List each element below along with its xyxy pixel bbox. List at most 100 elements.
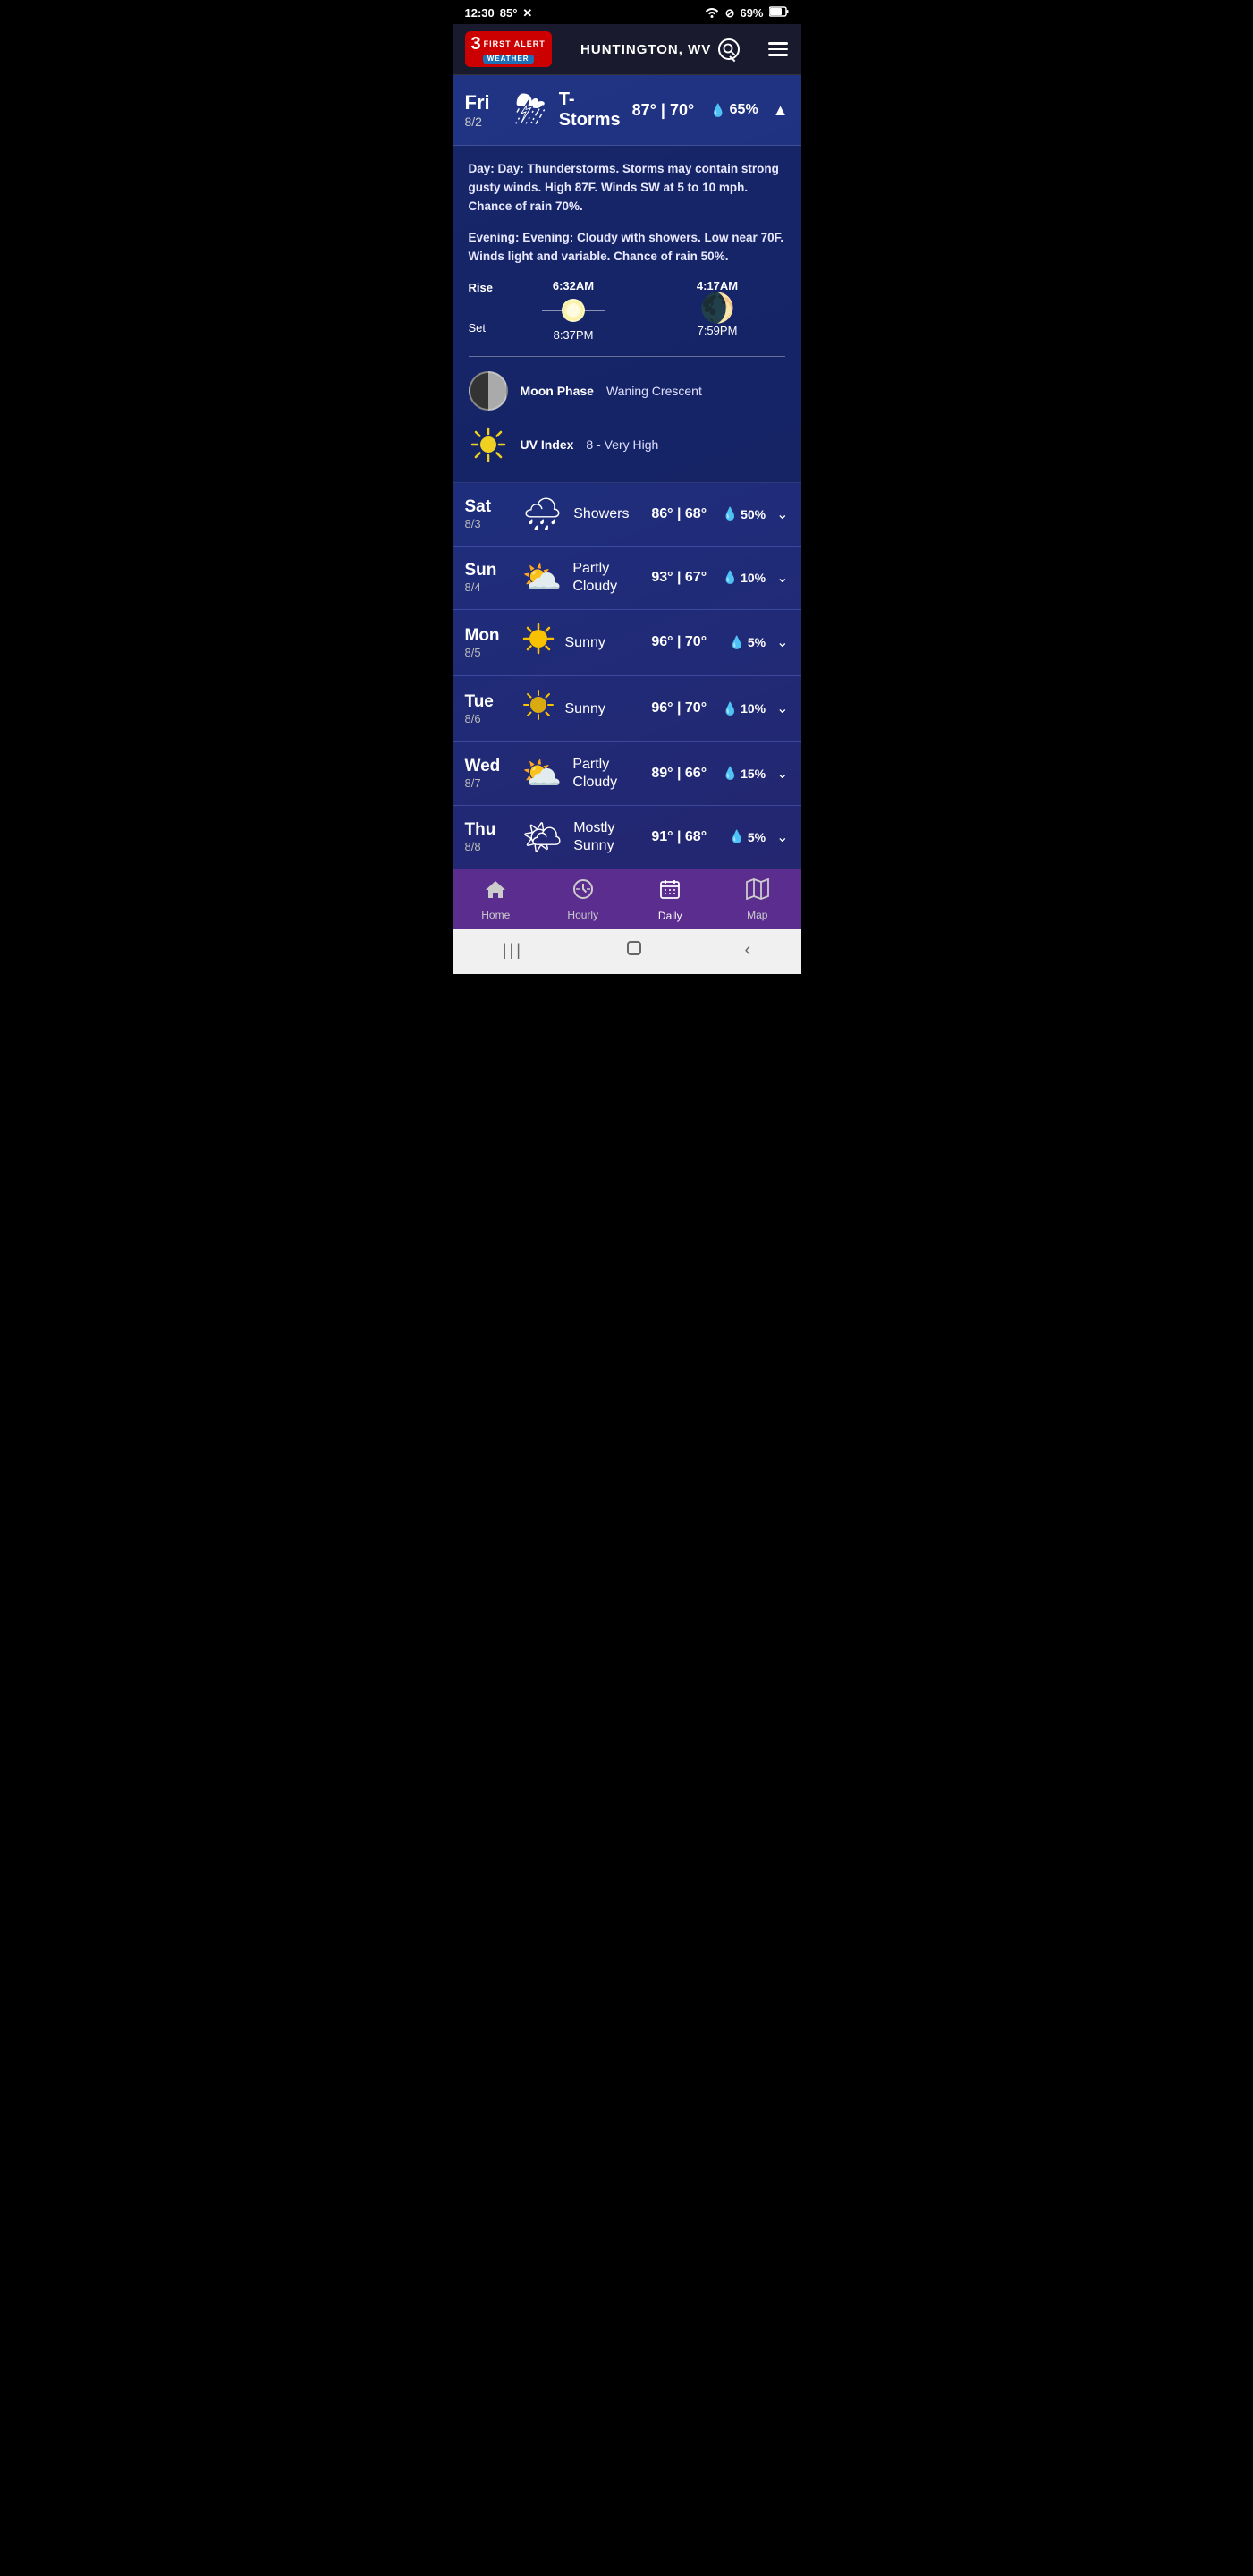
fc-condition-sat: Showers [573,505,644,522]
forecast-row-wed[interactable]: Wed 8/7 ⛅ PartlyCloudy 89° | 66° 💧 15% ⌄ [453,742,801,806]
fc-chevron-sun[interactable]: ⌄ [776,569,788,587]
fc-icon-thu: 🌤 [522,818,563,856]
sys-home-button[interactable] [624,938,644,963]
battery-percent: 69% [740,6,763,20]
rain-drop-icon: 💧 [723,766,738,781]
nav-hourly[interactable]: Hourly [539,878,627,921]
current-temps: 87° | 70° [632,101,695,120]
rain-drop-icon: 💧 [723,506,738,521]
fc-condition-tue: Sunny [565,700,645,717]
rise-label: Rise [469,281,497,294]
channel-number: 3 [471,35,481,53]
sun-track [542,295,605,326]
fc-temps-wed: 89° | 66° [651,766,707,782]
status-right: ⊘ 69% [704,5,789,21]
day-label: Day: [469,162,495,175]
app-header: 3 FIRST ALERT WEATHER HUNTINGTON, WV [453,24,801,75]
hourly-icon [572,878,594,905]
fc-condition-wed: PartlyCloudy [572,756,644,790]
system-navigation: ||| ‹ [453,929,801,974]
nav-daily[interactable]: Daily [627,877,715,922]
moon-phase-icon [469,371,508,411]
forecast-row-tue[interactable]: Tue 8/6 Sunny 96° | 70° 💧 [453,676,801,742]
moon-phase-row: Moon Phase Waning Crescent [469,371,785,411]
forecast-row-sat[interactable]: Sat 8/3 🌧 Showers 86° | 68° 💧 50% ⌄ [453,483,801,547]
fc-icon-sat: 🌧 [522,496,563,533]
status-left: 12:30 85° ✕ [465,6,533,21]
menu-button[interactable] [768,42,788,56]
moon-crescent-icon: 🌒 [699,292,735,324]
fc-chevron-tue[interactable]: ⌄ [776,699,788,717]
nav-home[interactable]: Home [453,878,540,921]
fc-temps-sun: 93° | 67° [651,570,707,586]
fc-temps-mon: 96° | 70° [651,634,707,650]
status-temp: 85° [500,6,518,20]
nav-map[interactable]: Map [714,878,801,921]
fc-chevron-wed[interactable]: ⌄ [776,765,788,783]
moon-phase-value: Waning Crescent [606,384,702,398]
moon-rise-time: 4:17AM [697,279,738,292]
status-time: 12:30 [465,6,495,20]
forecast-row-sun[interactable]: Sun 8/4 ⛅ PartlyCloudy 93° | 67° 💧 10% ⌄ [453,547,801,610]
uv-sun-icon [469,425,508,464]
current-weather-icon: ⛈ [515,88,546,132]
map-label: Map [747,909,767,921]
status-notification-icon: ✕ [522,6,532,21]
wifi-icon [704,5,720,21]
fc-condition-sun: PartlyCloudy [572,560,644,594]
fc-condition-thu: MostlySunny [573,819,644,853]
fc-rain-sat: 💧 50% [719,506,766,521]
evening-description: Evening: Evening: Cloudy with showers. L… [469,229,785,267]
daily-icon [658,877,682,906]
fc-rain-sun: 💧 10% [719,570,766,585]
current-day-date: Fri 8/2 [465,91,503,129]
fc-icon-mon [522,623,555,663]
evening-label: Evening: [469,231,520,244]
sys-back-button[interactable]: ‹ [744,940,750,961]
expand-chevron[interactable]: ▲ [773,101,789,120]
forecast-row-thu[interactable]: Thu 8/8 🌤 MostlySunny 91° | 68° 💧 5% ⌄ [453,806,801,869]
fc-chevron-mon[interactable]: ⌄ [776,633,788,651]
daily-label: Daily [658,910,682,922]
fc-date-wed: Wed 8/7 [465,757,512,790]
rain-drop-icon: 💧 [723,701,738,716]
divider [469,356,785,357]
moon-phase-label: Moon Phase [521,384,594,398]
fc-date-sun: Sun 8/4 [465,561,512,594]
day-description: Day: Day: Thunderstorms. Storms may cont… [469,160,785,216]
moon-set-time: 7:59PM [698,324,738,337]
fc-condition-mon: Sunny [565,634,645,651]
uv-index-value: 8 - Very High [586,437,658,452]
rain-drop-icon: 💧 [723,570,738,585]
sun-rise-time: 6:32AM [553,279,594,292]
fc-temps-sat: 86° | 68° [651,506,707,522]
forecast-row-mon[interactable]: Mon 8/5 Sunny 96° | 70° 💧 [453,610,801,676]
fc-date-sat: Sat 8/3 [465,497,512,530]
do-not-disturb-icon: ⊘ [725,6,735,21]
fc-date-tue: Tue 8/6 [465,692,512,725]
fc-chevron-sat[interactable]: ⌄ [776,505,788,523]
uv-index-label: UV Index [521,437,574,452]
logo-first-alert-text: FIRST ALERT [484,40,546,48]
set-label: Set [469,321,497,335]
search-button[interactable] [718,38,740,60]
sys-menu-button[interactable]: ||| [503,941,523,960]
uv-index-row: UV Index 8 - Very High [469,425,785,464]
current-condition: T-Storms [559,89,623,131]
status-bar: 12:30 85° ✕ ⊘ 69% [453,0,801,24]
fc-temps-tue: 96° | 70° [651,700,707,716]
rain-drop-icon: 💧 [729,829,744,844]
detail-panel: Day: Day: Thunderstorms. Storms may cont… [453,146,801,483]
home-icon [484,878,507,905]
home-label: Home [481,909,510,921]
sun-column: 6:32AM 8:37PM [506,279,641,342]
fc-date-thu: Thu 8/8 [465,820,512,853]
sun-moon-row: Rise Set 6:32AM 8:37PM 4:17AM 🌒 7:59PM [469,279,785,342]
fc-date-mon: Mon 8/5 [465,626,512,659]
fc-chevron-thu[interactable]: ⌄ [776,828,788,846]
forecast-list: Sat 8/3 🌧 Showers 86° | 68° 💧 50% ⌄ Sun … [453,483,801,869]
current-day-header[interactable]: Fri 8/2 ⛈ T-Storms 87° | 70° 💧 65% ▲ [453,75,801,146]
bottom-navigation: Home Hourly [453,869,801,929]
battery-icon [769,6,789,20]
rain-drop-icon: 💧 [710,103,725,118]
